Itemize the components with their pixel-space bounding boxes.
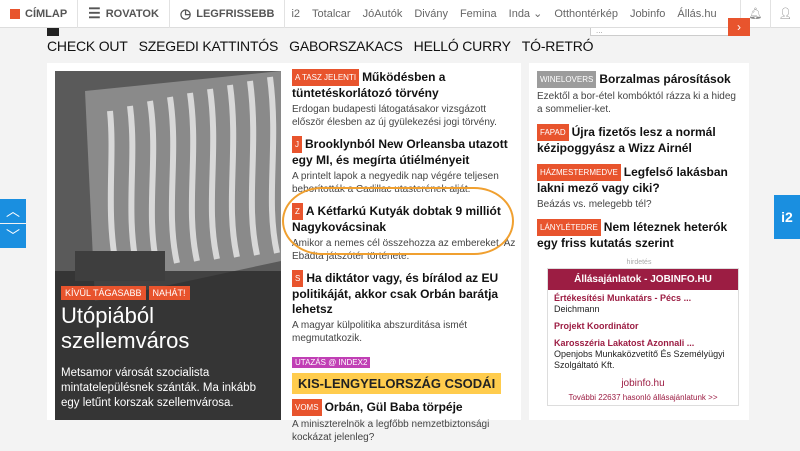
i2-side-tab[interactable]: i2 [774,195,800,239]
list-item[interactable]: LÁNYLÉTEDRE Nem léteznek heterók egy fris… [537,219,741,251]
job-listing[interactable]: Projekt Koordinátor [548,318,738,335]
article-title[interactable]: Brooklynból New Orleansba utazott egy MI… [292,137,508,167]
side-news-panel: WINELOVERS Borzalmas párosítások Ezektől … [529,63,749,420]
chevron-up-icon: ︿ [6,203,20,219]
promo-box[interactable]: UTAZÁS @ INDEX2 KIS-LENGYELORSZÁG CSODÁI [292,352,517,394]
article-label[interactable]: FAPAD [537,124,569,141]
top-navigation-bar: CÍMLAP ☰ ROVATOK ◷ LEGFRISSEBB i2 Totalc… [0,0,800,28]
scroll-up-button[interactable]: ︿ [0,199,26,223]
article-label[interactable]: HÁZMESTERMEDVE [537,164,621,181]
article-lead: A miniszterelnök a legfőbb nemzetbiztons… [292,419,490,443]
job-title[interactable]: Karosszéria Lakatost Azonnali ... [554,338,694,348]
partner-link-otthonterkep[interactable]: Otthontérkép [548,8,624,20]
highlight-annotation [282,187,514,255]
ad-header[interactable]: Állásajánlatok - JOBINFO.HU [548,269,738,290]
promo-tag[interactable]: UTAZÁS @ INDEX2 [292,357,371,368]
search-submit-button[interactable]: › [728,18,750,36]
hero-lead: Metsamor városát szocialista mintatelepü… [61,367,256,409]
chevron-down-icon: ⌄ [533,8,543,20]
article-lead: A magyar külpolitika abszurditása ismét … [292,320,468,344]
category-link-to-retro[interactable]: TÓ-RETRÓ [522,38,594,62]
article-title[interactable]: Orbán, Gül Baba törpéje [325,400,463,414]
ad-label: hirdetés [626,259,652,266]
search-input[interactable]: ... [590,28,750,36]
list-item[interactable]: S Ha diktátor vagy, és bírálod az EU poli… [292,270,517,345]
home-link[interactable]: CÍMLAP [0,0,77,28]
article-label[interactable]: A TASZ JELENTI [292,69,360,86]
list-item[interactable]: HÁZMESTERMEDVE Legfelső lakásban lakni me… [537,164,741,211]
clock-icon: ◷ [179,5,192,21]
job-company: Openjobs Munkaközvetítő És Személyügyi S… [554,349,725,370]
chevron-down-icon: ﹀ [6,228,20,244]
article-title[interactable]: Borzalmas párosítások [599,72,730,86]
jobinfo-logo[interactable]: jobinfo.hu [548,374,738,393]
category-link-szegedi[interactable]: SZEGEDI KATTINTÓS [139,38,279,62]
home-label: CÍMLAP [25,7,68,20]
latest-label: LEGFRISSEBB [196,7,275,20]
article-label[interactable]: VOMS [292,399,322,416]
article-label[interactable]: J [292,136,302,153]
partner-link-divany[interactable]: Divány [408,8,454,20]
partner-link-totalcar[interactable]: Totalcar [306,8,357,20]
more-jobs-link[interactable]: További 22637 hasonló állásajánlatunk >> [548,393,738,405]
article-label[interactable]: S [292,270,304,287]
hero-tag[interactable]: NAHÁT! [148,286,190,300]
hero-title[interactable]: Utópiából szellemváros [61,303,281,353]
job-ad-box[interactable]: Állásajánlatok - JOBINFO.HU Értékesítési… [547,268,739,406]
list-item[interactable]: VOMS Orbán, Gül Baba törpéje A minisztere… [292,399,517,444]
job-listing[interactable]: Értékesítési Munkatárs - Pécs ... Deichma… [548,290,738,318]
scroll-down-button[interactable]: ﹀ [0,224,26,248]
logo-fragment [47,28,59,36]
category-link-hello-curry[interactable]: HELLÓ CURRY [414,38,511,62]
index-logo-icon [10,8,20,19]
partner-link-jobinfo[interactable]: Jobinfo [624,8,671,20]
job-title[interactable]: Értékesítési Munkatárs - Pécs ... [554,293,691,303]
article-label[interactable]: LÁNYLÉTEDRE [537,219,601,236]
user-account-icon[interactable]: 👤︎ [770,0,800,28]
hero-tags: KÍVÜL TÁGASABB NAHÁT! [61,286,190,300]
latest-button[interactable]: ◷ LEGFRISSEBB [170,0,285,28]
partner-link-joautok[interactable]: JóAutók [357,8,409,20]
job-listing[interactable]: Karosszéria Lakatost Azonnali ... Openjob… [548,335,738,374]
partner-link-allas[interactable]: Állás.hu [671,8,722,20]
list-item[interactable]: WINELOVERS Borzalmas párosítások Ezektől … [537,71,741,116]
partner-link-inda[interactable]: Inda ⌄ [503,7,549,20]
category-bar: CHECK OUT SZEGEDI KATTINTÓS GABORSZAKACS… [47,38,594,62]
partner-link-femina[interactable]: Femina [454,8,503,20]
list-item[interactable]: A TASZ JELENTI Működésben a tüntetéskorlá… [292,69,517,129]
article-lead: Erdogan budapesti látogatásakor vizsgázo… [292,104,497,128]
hero-article[interactable]: KÍVÜL TÁGASABB NAHÁT! Utópiából szellemv… [55,71,281,420]
job-title[interactable]: Projekt Koordinátor [554,321,639,331]
sections-menu-button[interactable]: ☰ ROVATOK [78,0,169,28]
article-label[interactable]: WINELOVERS [537,71,597,88]
partner-link-i2[interactable]: i2 [285,8,306,20]
article-list: A TASZ JELENTI Működésben a tüntetéskorlá… [292,69,517,451]
promo-title[interactable]: KIS-LENGYELORSZÁG CSODÁI [292,373,502,394]
sections-label: ROVATOK [105,7,159,20]
article-title[interactable]: Ha diktátor vagy, és bírálod az EU polit… [292,271,498,316]
hamburger-icon: ☰ [88,5,101,21]
list-item[interactable]: FAPAD Újra fizetős lesz a normál kézipogg… [537,124,741,156]
article-lead: Beázás vs. melegebb tél? [537,199,652,210]
category-link-gaborszakacs[interactable]: GABORSZAKACS [289,38,403,62]
job-company: Deichmann [554,304,600,314]
hero-tag[interactable]: KÍVÜL TÁGASABB [61,286,146,300]
category-link-check-out[interactable]: CHECK OUT [47,38,128,62]
article-lead: Ezektől a bor-étel kombóktól rázza ki a … [537,91,736,115]
